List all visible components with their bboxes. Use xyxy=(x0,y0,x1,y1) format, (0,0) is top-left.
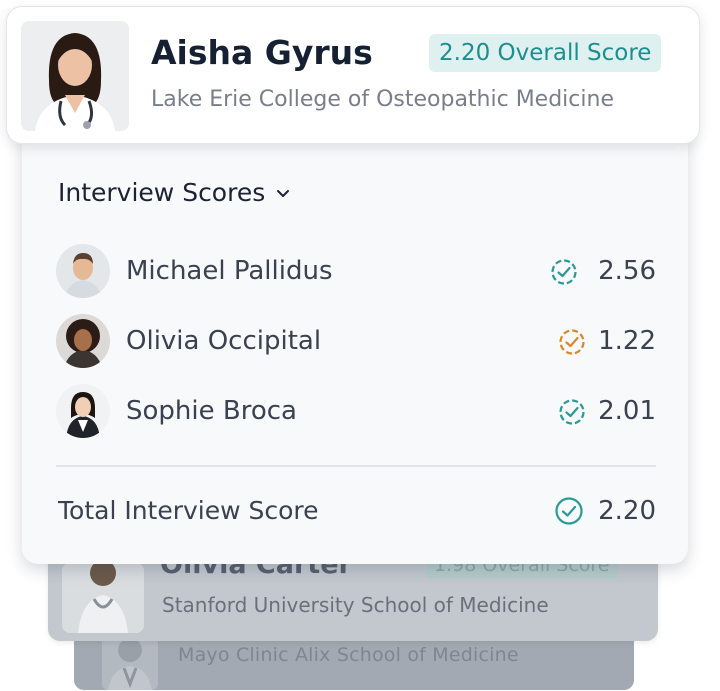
total-score-label: Total Interview Score xyxy=(58,496,319,525)
interviewer-score: 2.01 xyxy=(598,396,656,426)
candidate-photo xyxy=(21,21,129,131)
interviewer-row[interactable]: Michael Pallidus 2.56 xyxy=(56,244,656,300)
candidate-name: Aisha Gyrus xyxy=(151,33,373,72)
interviewer-name: Michael Pallidus xyxy=(126,256,333,286)
total-score-value: 2.20 xyxy=(598,496,656,526)
candidate-school: Mayo Clinic Alix School of Medicine xyxy=(178,644,519,666)
interview-scores-toggle[interactable]: Interview Scores xyxy=(58,178,291,207)
candidate-card-background-1[interactable]: Olivia Carter 1.98 Overall Score Stanfor… xyxy=(48,554,658,641)
candidate-stack: Mayo Clinic Alix School of Medicine Oliv… xyxy=(0,0,720,691)
total-interview-score: Total Interview Score 2.20 xyxy=(58,496,656,536)
interviewer-name: Sophie Broca xyxy=(126,396,297,426)
avatar xyxy=(56,384,110,438)
interviewer-score: 1.22 xyxy=(598,326,656,356)
candidate-school: Stanford University School of Medicine xyxy=(162,593,549,617)
chevron-down-icon xyxy=(277,189,290,197)
check-circle-dashed-icon xyxy=(559,399,585,425)
divider xyxy=(56,465,656,467)
check-circle-icon xyxy=(555,497,583,525)
check-circle-dashed-icon xyxy=(559,329,585,355)
interviewer-row[interactable]: Sophie Broca 2.01 xyxy=(56,384,656,440)
avatar xyxy=(56,314,110,368)
overall-score-badge: 2.20 Overall Score xyxy=(429,34,662,72)
check-circle-dashed-icon xyxy=(551,259,577,285)
candidate-school: Lake Erie College of Osteopathic Medicin… xyxy=(151,87,614,112)
interviewer-score: 2.56 xyxy=(598,256,656,286)
interview-scores-panel: Interview Scores Michael Pallidus 2.56 O… xyxy=(22,130,688,564)
candidate-photo xyxy=(62,563,144,633)
avatar xyxy=(56,244,110,298)
interviewer-name: Olivia Occipital xyxy=(126,326,322,356)
interviewer-row[interactable]: Olivia Occipital 1.22 xyxy=(56,314,656,370)
candidate-card-active[interactable]: Aisha Gyrus 2.20 Overall Score Lake Erie… xyxy=(6,6,700,144)
section-title: Interview Scores xyxy=(58,178,266,207)
